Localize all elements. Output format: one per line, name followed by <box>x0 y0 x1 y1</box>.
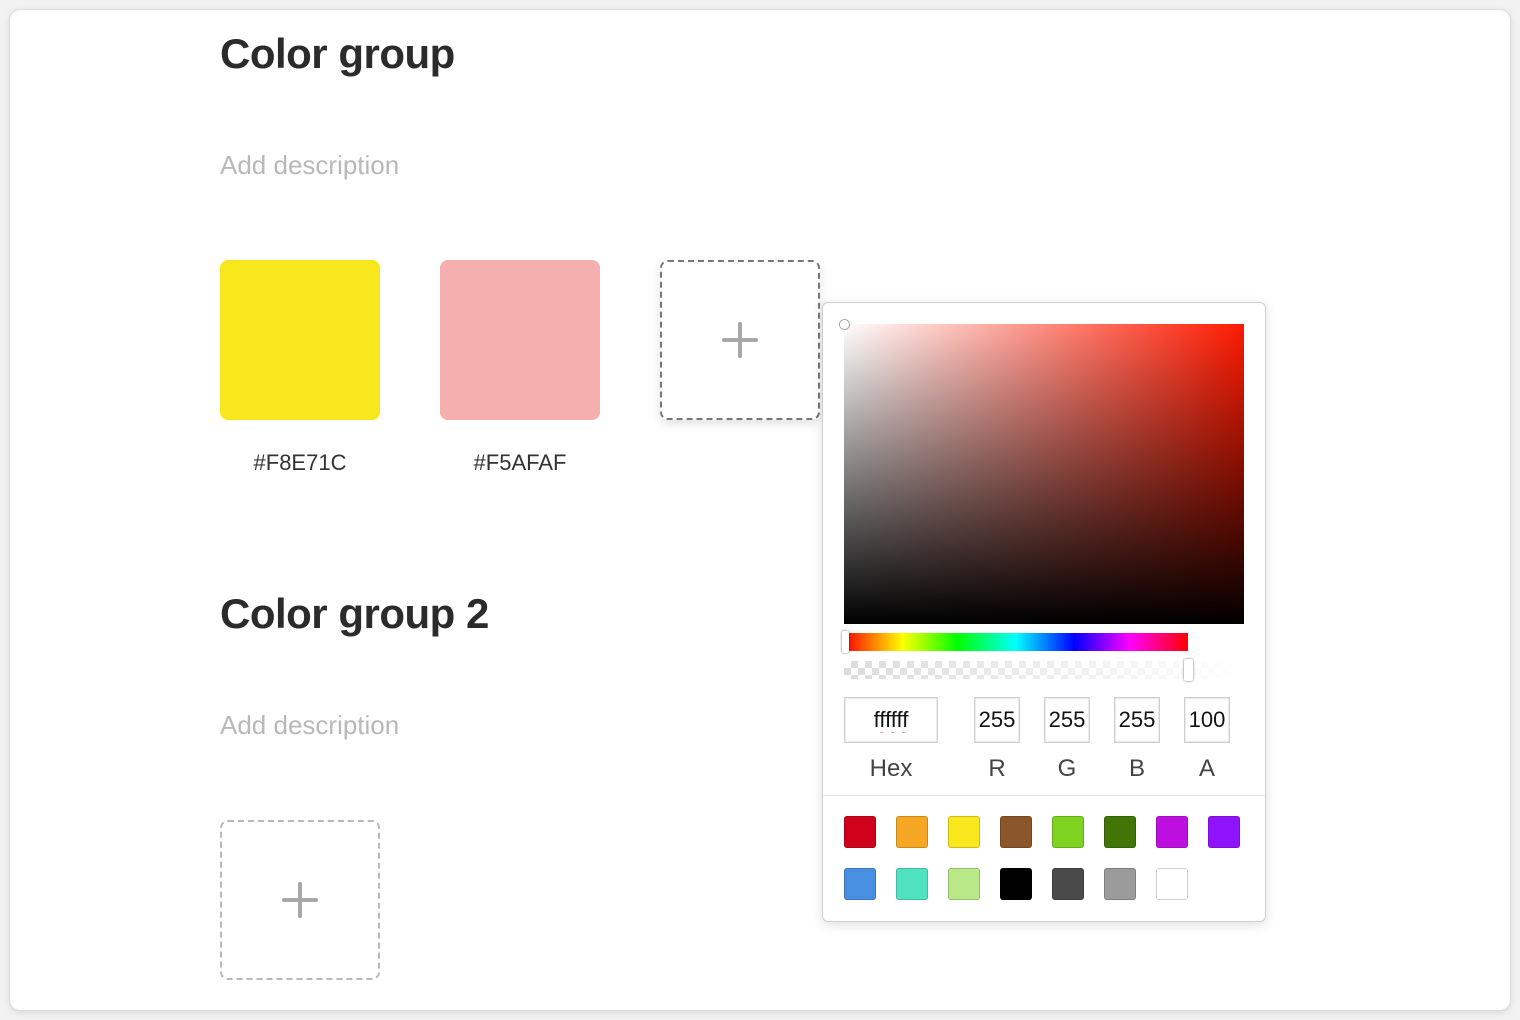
swatch-label: #F5AFAF <box>473 450 567 475</box>
preset-color-swatch[interactable] <box>1156 868 1188 900</box>
group-description[interactable]: Add description <box>220 710 399 741</box>
app-window: Color group Add description #F8E71C #F5A… <box>10 10 1510 1010</box>
color-swatch[interactable] <box>440 260 600 420</box>
group-title[interactable]: Color group 2 <box>220 590 489 638</box>
hex-label: Hex <box>869 755 913 782</box>
hue-slider-handle[interactable] <box>842 631 849 653</box>
alpha-slider[interactable] <box>844 659 1244 681</box>
alpha-input[interactable] <box>1184 697 1230 743</box>
alpha-label: A <box>1198 755 1215 782</box>
plus-icon <box>722 322 758 358</box>
saturation-area[interactable] <box>840 320 1244 624</box>
preset-color-swatch[interactable] <box>1052 868 1084 900</box>
group-description[interactable]: Add description <box>220 150 399 181</box>
color-picker-popover: Hex R G B A <box>822 302 1266 922</box>
green-input[interactable] <box>1044 697 1090 743</box>
preset-color-swatch[interactable] <box>1156 816 1188 848</box>
blue-input[interactable] <box>1114 697 1160 743</box>
preset-color-swatch[interactable] <box>896 868 928 900</box>
add-color-button[interactable] <box>660 260 820 420</box>
red-label: R <box>988 755 1006 782</box>
preset-color-swatch[interactable] <box>1208 816 1240 848</box>
preset-color-swatch[interactable] <box>948 868 980 900</box>
hex-input[interactable] <box>844 697 938 743</box>
color-swatch[interactable] <box>220 260 380 420</box>
hue-slider[interactable] <box>842 631 1188 653</box>
preset-color-swatch[interactable] <box>1000 868 1032 900</box>
preset-color-swatch[interactable] <box>1104 868 1136 900</box>
blue-label: B <box>1128 755 1145 782</box>
green-label: G <box>1057 755 1077 782</box>
swatch-label: #F8E71C <box>253 450 347 475</box>
preset-color-swatch[interactable] <box>1104 816 1136 848</box>
alpha-slider-handle[interactable] <box>1184 659 1193 681</box>
saturation-pointer[interactable] <box>840 320 849 329</box>
plus-icon <box>282 882 318 918</box>
preset-color-swatch[interactable] <box>1000 816 1032 848</box>
preset-color-swatch[interactable] <box>948 816 980 848</box>
preset-color-swatch[interactable] <box>896 816 928 848</box>
group-title[interactable]: Color group <box>220 30 455 78</box>
red-input[interactable] <box>974 697 1020 743</box>
divider <box>823 795 1265 796</box>
preset-color-swatch[interactable] <box>844 816 876 848</box>
preset-color-swatch[interactable] <box>1052 816 1084 848</box>
add-color-button[interactable] <box>220 820 380 980</box>
preset-color-swatch[interactable] <box>844 868 876 900</box>
